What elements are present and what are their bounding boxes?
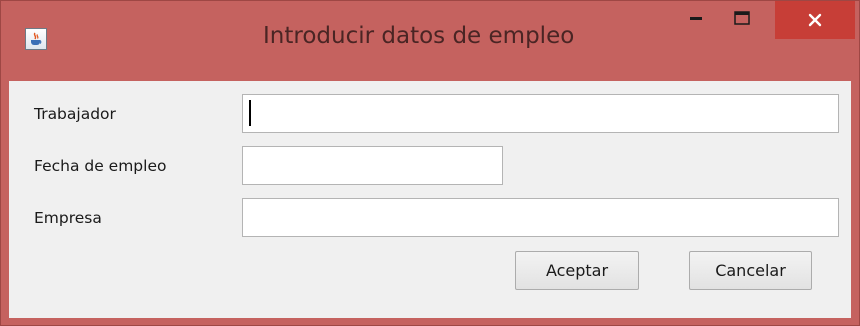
worker-input[interactable] — [242, 94, 839, 133]
title-bar[interactable]: Introducir datos de empleo — [1, 1, 859, 81]
minimize-icon — [690, 17, 702, 20]
text-caret — [249, 100, 251, 126]
maximize-icon — [734, 11, 750, 25]
close-icon — [808, 13, 822, 27]
minimize-button[interactable] — [677, 1, 715, 35]
employment-date-label: Fecha de empleo — [34, 157, 167, 175]
employment-date-input[interactable] — [242, 146, 503, 185]
java-cup-icon[interactable] — [25, 28, 47, 50]
accept-button[interactable]: Aceptar — [515, 251, 639, 290]
company-label: Empresa — [34, 209, 102, 227]
dialog-window: Introducir datos de empleo Trabajador Fe… — [0, 0, 860, 326]
window-title: Introducir datos de empleo — [263, 23, 575, 49]
cancel-button[interactable]: Cancelar — [689, 251, 812, 290]
maximize-button[interactable] — [723, 1, 761, 35]
close-button[interactable] — [775, 1, 855, 39]
worker-label: Trabajador — [34, 105, 116, 123]
company-input[interactable] — [242, 198, 839, 237]
